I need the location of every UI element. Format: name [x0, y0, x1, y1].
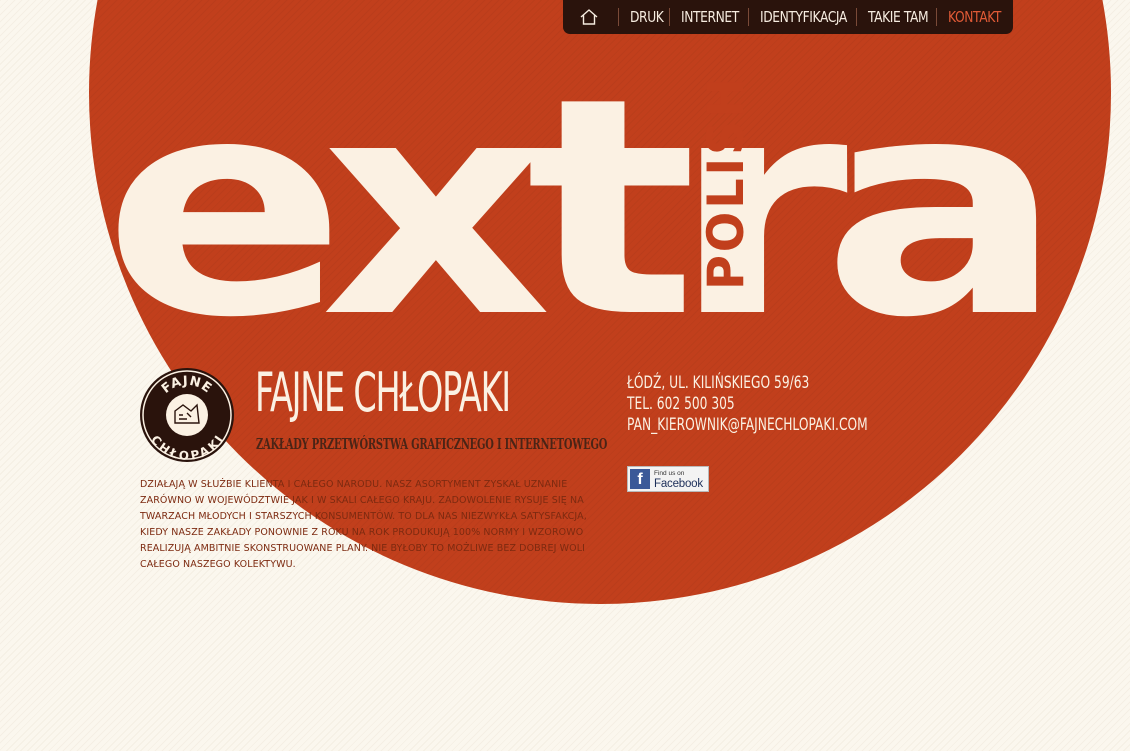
- facebook-small-label: Find us on: [654, 469, 685, 477]
- nav-separator: [617, 8, 619, 26]
- facebook-icon: f: [630, 469, 650, 489]
- facebook-big-label: Facebook: [654, 477, 703, 490]
- nav-item-takie-tam[interactable]: TAKIE TAM: [868, 8, 929, 26]
- polish-word: POLISH: [697, 75, 755, 290]
- brand-tagline: ZAKŁADY PRZETWÓRSTWA GRAFICZNEGO I INTER…: [256, 435, 608, 453]
- contact-address: ŁÓDŹ, UL. KILIŃSKIEGO 59/63: [627, 373, 810, 393]
- nav-item-kontakt[interactable]: KONTAKT: [948, 8, 1001, 26]
- main-nav: DRUK INTERNET IDENTYFIKACJA TAKIE TAM KO…: [563, 0, 1013, 34]
- nav-separator: [856, 8, 857, 26]
- about-text: DZIAŁAJĄ W SŁUŻBIE KLIENTA I CAŁEGO NARO…: [140, 479, 587, 570]
- contact-info: ŁÓDŹ, UL. KILIŃSKIEGO 59/63 TEL. 602 500…: [627, 373, 868, 436]
- nav-item-internet[interactable]: INTERNET: [681, 8, 739, 26]
- nav-separator: [936, 8, 938, 26]
- extra-polish-logo: extra POLISH: [103, 34, 1063, 360]
- brand-name: FAJNE CHŁOPAKI: [255, 361, 511, 424]
- home-icon: [580, 9, 598, 25]
- nav-separator: [748, 8, 750, 26]
- contact-phone: TEL. 602 500 305: [627, 394, 735, 414]
- nav-separator: [668, 8, 670, 26]
- home-button[interactable]: [577, 4, 601, 30]
- contact-email-link[interactable]: PAN_KIEROWNIK@FAJNECHLOPAKI.COM: [627, 415, 868, 436]
- extra-word: extra: [103, 34, 1041, 360]
- nav-item-identyfikacja[interactable]: IDENTYFIKACJA: [760, 8, 847, 26]
- nav-item-druk[interactable]: DRUK: [630, 8, 664, 26]
- fajne-chlopaki-emblem: FAJNE CHŁOPAKI: [140, 368, 234, 463]
- facebook-button[interactable]: f Find us on Facebook: [627, 466, 709, 492]
